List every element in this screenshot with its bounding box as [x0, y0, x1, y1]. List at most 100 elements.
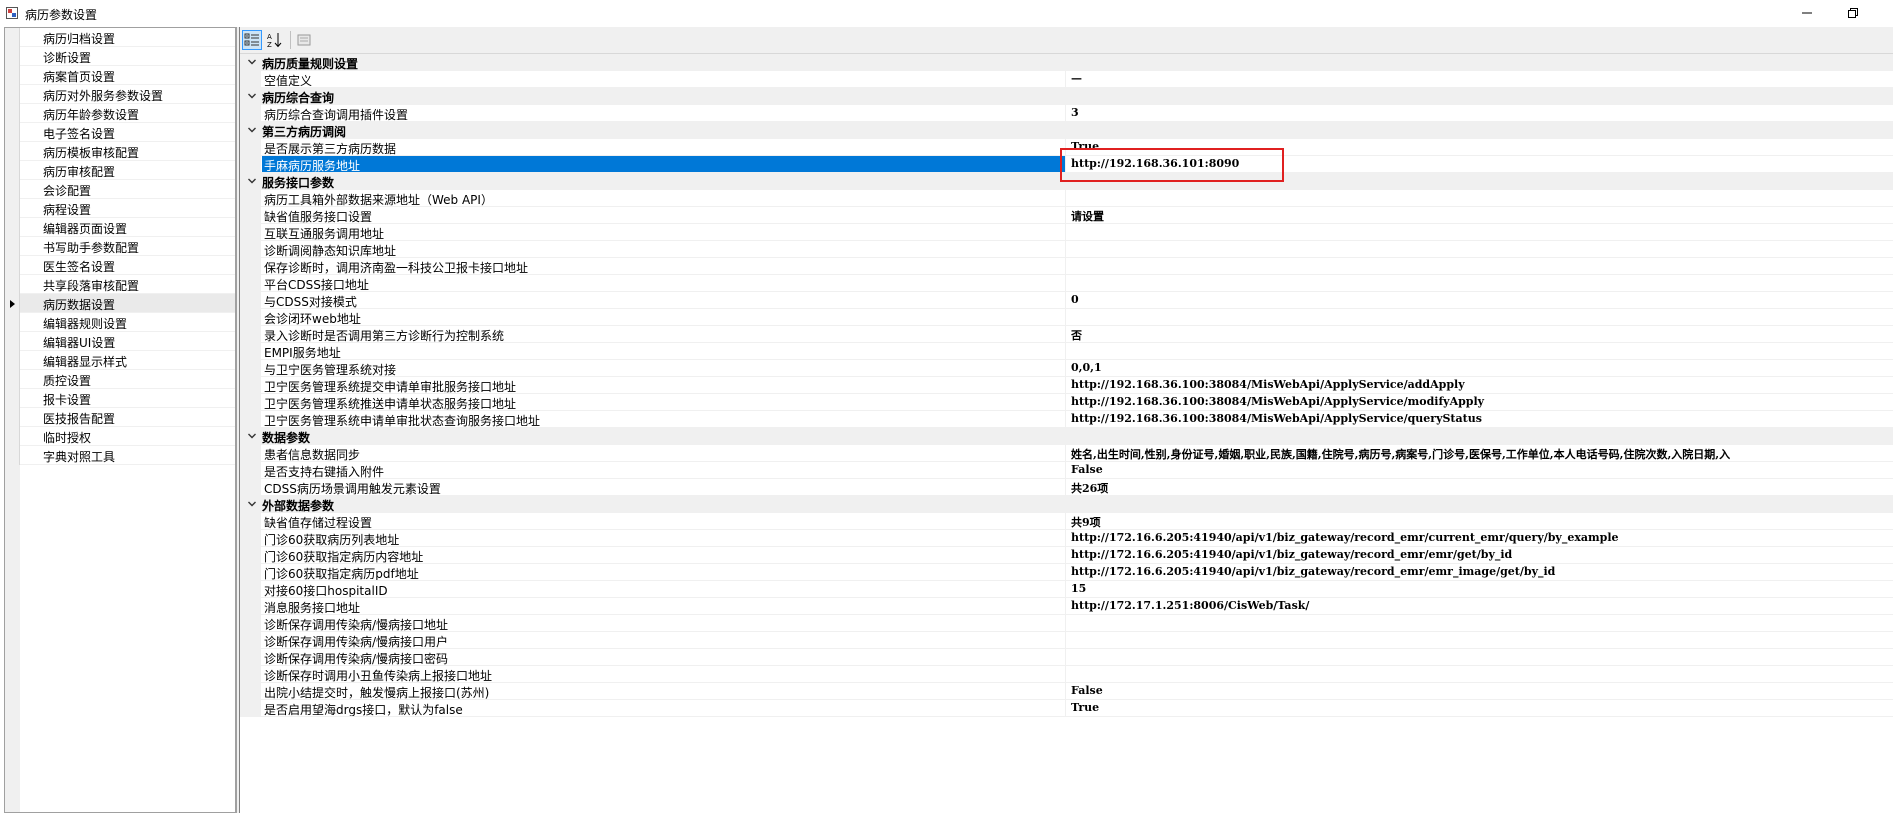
property-value[interactable]: True [1067, 139, 1893, 155]
property-row[interactable]: 与CDSS对接模式 0 [240, 292, 1893, 309]
settings-category-item[interactable]: 临时授权 [5, 427, 235, 446]
property-name[interactable]: 平台CDSS接口地址 [262, 275, 1066, 291]
property-name[interactable]: 门诊60获取病历列表地址 [262, 530, 1066, 546]
property-row[interactable]: 是否启用望海drgs接口，默认为false True [240, 700, 1893, 717]
settings-category-item[interactable]: 病历模板审核配置 [5, 142, 235, 161]
settings-category-item[interactable]: 病历归档设置 [5, 28, 235, 47]
property-name[interactable]: 手麻病历服务地址 [262, 156, 1066, 172]
property-row[interactable]: 病历工具箱外部数据来源地址（Web API） [240, 190, 1893, 207]
property-category-row[interactable]: 病历质量规则设置 [240, 54, 1893, 71]
property-value[interactable] [1067, 190, 1893, 206]
property-row[interactable]: 保存诊断时，调用济南盈一科技公卫报卡接口地址 [240, 258, 1893, 275]
property-value[interactable]: http://172.16.6.205:41940/api/v1/biz_gat… [1067, 564, 1893, 580]
property-value[interactable] [1067, 309, 1893, 325]
property-row[interactable]: 诊断调阅静态知识库地址 [240, 241, 1893, 258]
property-row[interactable]: 诊断保存调用传染病/慢病接口地址 [240, 615, 1893, 632]
property-row[interactable]: 门诊60获取指定病历pdf地址 http://172.16.6.205:41940… [240, 564, 1893, 581]
property-category-row[interactable]: 第三方病历调阅 [240, 122, 1893, 139]
property-name[interactable]: 保存诊断时，调用济南盈一科技公卫报卡接口地址 [262, 258, 1066, 274]
property-value[interactable]: http://172.17.1.251:8006/CisWeb/Task/ [1067, 598, 1893, 614]
property-name[interactable]: 与卫宁医务管理系统对接 [262, 360, 1066, 376]
property-name[interactable]: 录入诊断时是否调用第三方诊断行为控制系统 [262, 326, 1066, 342]
settings-category-item[interactable]: 编辑器规则设置 [5, 313, 235, 332]
property-value[interactable]: False [1067, 462, 1893, 478]
property-name[interactable]: 病历综合查询调用插件设置 [262, 105, 1066, 121]
property-name[interactable]: 卫宁医务管理系统申请单审批状态查询服务接口地址 [262, 411, 1066, 427]
property-value[interactable] [1067, 241, 1893, 257]
property-value[interactable]: 0 [1067, 292, 1893, 308]
property-name[interactable]: 诊断保存调用传染病/慢病接口地址 [262, 615, 1066, 631]
property-category-row[interactable]: 服务接口参数 [240, 173, 1893, 190]
property-value[interactable]: http://192.168.36.101:8090 [1067, 156, 1893, 172]
property-name[interactable]: 是否支持右键插入附件 [262, 462, 1066, 478]
property-value[interactable] [1067, 275, 1893, 291]
property-name[interactable]: 诊断保存调用传染病/慢病接口密码 [262, 649, 1066, 665]
property-value[interactable] [1067, 343, 1893, 359]
property-value[interactable]: 共9项 [1067, 513, 1893, 529]
property-name[interactable]: 出院小结提交时，触发慢病上报接口(苏州) [262, 683, 1066, 699]
property-row[interactable]: 对接60接口hospitalID 15 [240, 581, 1893, 598]
property-value[interactable] [1067, 615, 1893, 631]
property-value[interactable] [1067, 258, 1893, 274]
property-name[interactable]: 门诊60获取指定病历pdf地址 [262, 564, 1066, 580]
property-value[interactable]: 0,0,1 [1067, 360, 1893, 376]
property-name[interactable]: 卫宁医务管理系统推送申请单状态服务接口地址 [262, 394, 1066, 410]
property-row[interactable]: 是否支持右键插入附件 False [240, 462, 1893, 479]
settings-category-item[interactable]: 电子签名设置 [5, 123, 235, 142]
property-row[interactable]: 门诊60获取指定病历内容地址 http://172.16.6.205:41940/… [240, 547, 1893, 564]
property-value[interactable]: http://172.16.6.205:41940/api/v1/biz_gat… [1067, 530, 1893, 546]
settings-category-item[interactable]: 编辑器页面设置 [5, 218, 235, 237]
settings-category-item[interactable]: 病程设置 [5, 199, 235, 218]
property-row[interactable]: 卫宁医务管理系统提交申请单审批服务接口地址 http://192.168.36.1… [240, 377, 1893, 394]
settings-category-item[interactable]: 书写助手参数配置 [5, 237, 235, 256]
categorized-button[interactable] [242, 30, 262, 50]
property-name[interactable]: 是否启用望海drgs接口，默认为false [262, 700, 1066, 716]
property-category-row[interactable]: 病历综合查询 [240, 88, 1893, 105]
property-name[interactable]: 消息服务接口地址 [262, 598, 1066, 614]
property-value[interactable]: 15 [1067, 581, 1893, 597]
settings-category-item[interactable]: 共享段落审核配置 [5, 275, 235, 294]
property-row[interactable]: 互联互通服务调用地址 [240, 224, 1893, 241]
property-row[interactable]: 出院小结提交时，触发慢病上报接口(苏州) False [240, 683, 1893, 700]
settings-category-item[interactable]: 医生签名设置 [5, 256, 235, 275]
property-row[interactable]: 诊断保存调用传染病/慢病接口用户 [240, 632, 1893, 649]
property-value[interactable]: — [1067, 71, 1893, 87]
settings-category-item[interactable]: 医技报告配置 [5, 408, 235, 427]
property-value[interactable] [1067, 224, 1893, 240]
property-name[interactable]: 卫宁医务管理系统提交申请单审批服务接口地址 [262, 377, 1066, 393]
settings-category-item[interactable]: 质控设置 [5, 370, 235, 389]
settings-category-item[interactable]: 字典对照工具 [5, 446, 235, 465]
settings-category-list[interactable]: 病历归档设置 诊断设置 病案首页设置 病历对外服务参数设置 病历年龄参数设置 电子签名设置… [4, 27, 236, 813]
property-row[interactable]: CDSS病历场景调用触发元素设置 共26项 [240, 479, 1893, 496]
property-row[interactable]: 患者信息数据同步 姓名,出生时间,性别,身份证号,婚姻,职业,民族,国籍,住院号,… [240, 445, 1893, 462]
property-value[interactable]: http://192.168.36.100:38084/MisWebApi/Ap… [1067, 377, 1893, 393]
property-value[interactable]: 3 [1067, 105, 1893, 121]
property-value[interactable]: 否 [1067, 326, 1893, 342]
property-grid[interactable]: A Z 病历质量规则设置 空值定义 — 病历综合查询 病历综合查询调用插件设置 3 第三方病… [239, 27, 1893, 813]
property-row[interactable]: 录入诊断时是否调用第三方诊断行为控制系统否 [240, 326, 1893, 343]
property-pages-button[interactable] [294, 30, 314, 50]
property-value[interactable]: http://172.16.6.205:41940/api/v1/biz_gat… [1067, 547, 1893, 563]
property-row[interactable]: 缺省值服务接口设置 请设置 [240, 207, 1893, 224]
property-value[interactable]: 共26项 [1067, 479, 1893, 495]
settings-category-item[interactable]: 病历审核配置 [5, 161, 235, 180]
property-name[interactable]: 门诊60获取指定病历内容地址 [262, 547, 1066, 563]
property-name[interactable]: 互联互通服务调用地址 [262, 224, 1066, 240]
property-category-row[interactable]: 数据参数 [240, 428, 1893, 445]
settings-category-item[interactable]: 编辑器UI设置 [5, 332, 235, 351]
property-name[interactable]: 空值定义 [262, 71, 1066, 87]
property-row[interactable]: 门诊60获取病历列表地址 http://172.16.6.205:41940/ap… [240, 530, 1893, 547]
settings-category-item[interactable]: 病案首页设置 [5, 66, 235, 85]
property-name[interactable]: CDSS病历场景调用触发元素设置 [262, 479, 1066, 495]
property-category-row[interactable]: 外部数据参数 [240, 496, 1893, 513]
chevron-down-icon[interactable] [247, 499, 257, 509]
settings-category-item[interactable]: 诊断设置 [5, 47, 235, 66]
settings-category-item[interactable]: 病历年龄参数设置 [5, 104, 235, 123]
settings-category-item[interactable]: 病历数据设置 [5, 294, 235, 313]
property-row[interactable]: 缺省值存储过程设置 共9项 [240, 513, 1893, 530]
property-name[interactable]: 诊断保存调用传染病/慢病接口用户 [262, 632, 1066, 648]
property-row[interactable]: 与卫宁医务管理系统对接 0,0,1 [240, 360, 1893, 377]
property-value[interactable]: False [1067, 683, 1893, 699]
property-row[interactable]: 空值定义 — [240, 71, 1893, 88]
property-name[interactable]: 病历工具箱外部数据来源地址（Web API） [262, 190, 1066, 206]
